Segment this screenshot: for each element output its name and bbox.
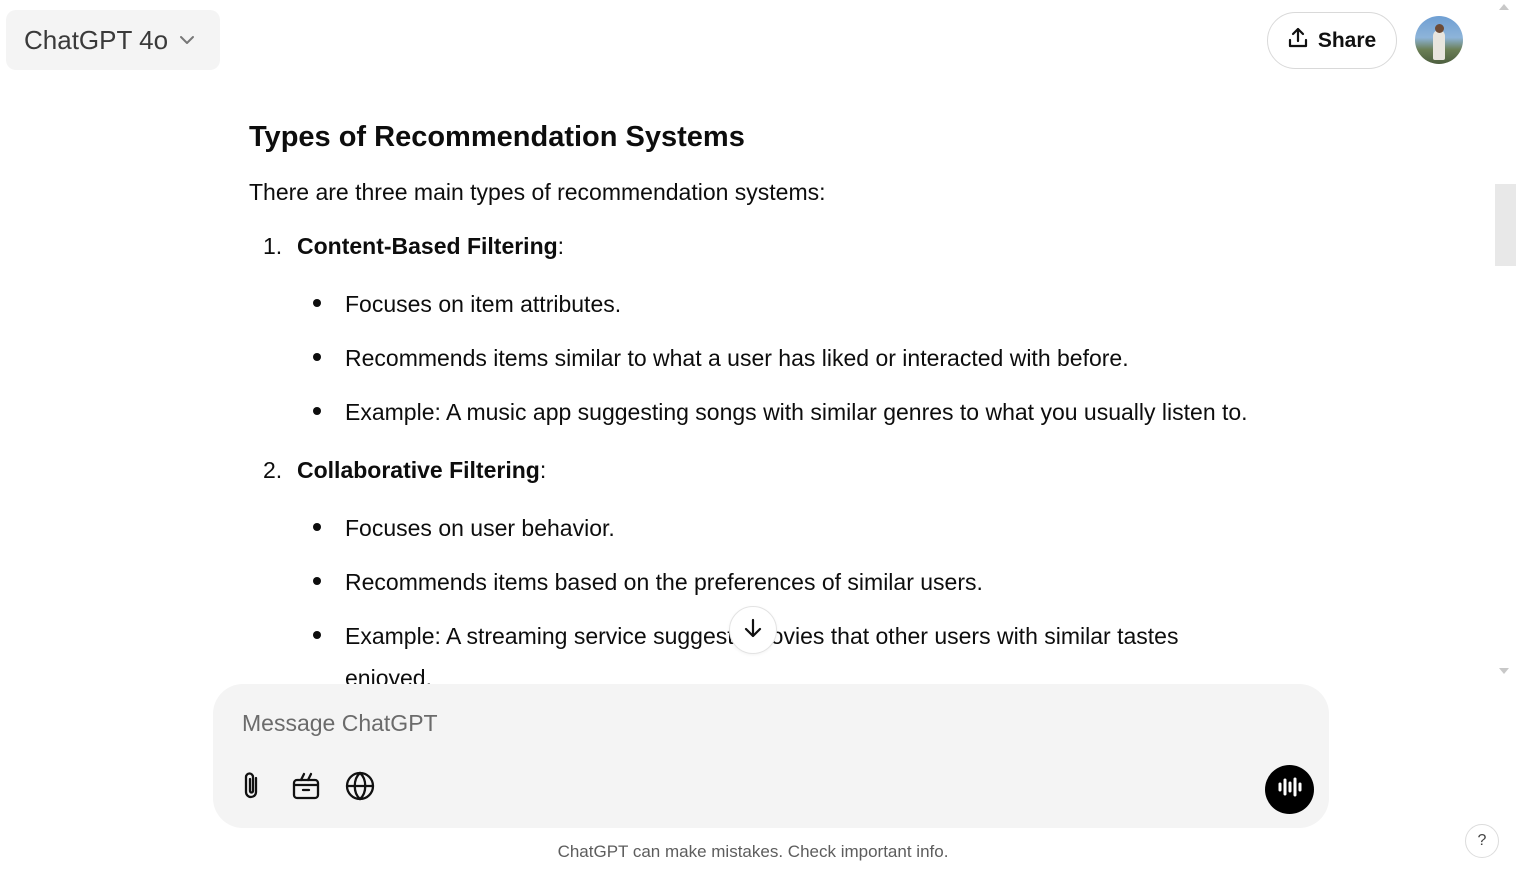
arrow-down-icon	[742, 617, 764, 644]
message-composer	[213, 684, 1329, 828]
list-number: 2.	[263, 457, 283, 483]
list-item: Recommends items based on the preference…	[297, 561, 1309, 603]
type-name: Content-Based Filtering	[297, 233, 558, 259]
chatgpt-window: ChatGPT 4o Share Types of Recommendation…	[0, 0, 1517, 872]
list-item: Focuses on user behavior.	[297, 507, 1309, 549]
list-item-type-1: 1. Content-Based Filtering: Focuses on it…	[249, 229, 1309, 433]
message-intro: There are three main types of recommenda…	[249, 179, 826, 205]
points-list: Focuses on item attributes. Recommends i…	[297, 283, 1309, 433]
share-label: Share	[1317, 28, 1377, 52]
message-input[interactable]	[240, 704, 1244, 742]
share-upload-icon	[1288, 27, 1308, 54]
type-suffix: :	[539, 457, 547, 483]
list-item: Recommends items similar to what a user …	[297, 337, 1309, 379]
toolbox-icon	[291, 771, 321, 806]
list-number: 1.	[263, 233, 283, 259]
scrollbar-up-arrow[interactable]	[1499, 4, 1509, 10]
paperclip-icon	[238, 770, 266, 807]
avatar-head	[1435, 24, 1444, 33]
points-list: Focuses on user behavior. Recommends ite…	[297, 507, 1309, 699]
share-button[interactable]: Share	[1267, 12, 1397, 69]
message-heading: Types of Recommendation Systems	[249, 121, 745, 153]
type-name: Collaborative Filtering	[297, 457, 540, 483]
chevron-down-icon	[178, 31, 196, 49]
globe-icon	[344, 770, 376, 807]
assistant-message: Types of Recommendation Systems There ar…	[249, 118, 1309, 699]
voice-mode-button[interactable]	[1265, 765, 1314, 814]
attach-button[interactable]	[234, 770, 270, 806]
type-suffix: :	[557, 233, 565, 259]
list-item: Focuses on item attributes.	[297, 283, 1309, 325]
voice-waveform-icon	[1277, 777, 1303, 802]
types-list: 1. Content-Based Filtering: Focuses on it…	[249, 229, 1309, 699]
scroll-to-bottom-button[interactable]	[729, 606, 777, 654]
scrollbar-thumb[interactable]	[1495, 184, 1516, 266]
list-item-type-2: 2. Collaborative Filtering: Focuses on us…	[249, 453, 1309, 699]
list-item: Example: A music app suggesting songs wi…	[297, 391, 1309, 433]
avatar-figure	[1433, 30, 1445, 60]
disclaimer-text: ChatGPT can make mistakes. Check importa…	[557, 842, 949, 861]
tools-button[interactable]	[288, 770, 324, 806]
avatar[interactable]	[1415, 16, 1463, 64]
scrollbar-down-arrow[interactable]	[1499, 668, 1509, 674]
model-selector[interactable]: ChatGPT 4o	[6, 10, 220, 70]
search-web-button[interactable]	[342, 770, 378, 806]
help-button[interactable]: ?	[1465, 824, 1499, 858]
model-name: ChatGPT 4o	[24, 24, 169, 55]
